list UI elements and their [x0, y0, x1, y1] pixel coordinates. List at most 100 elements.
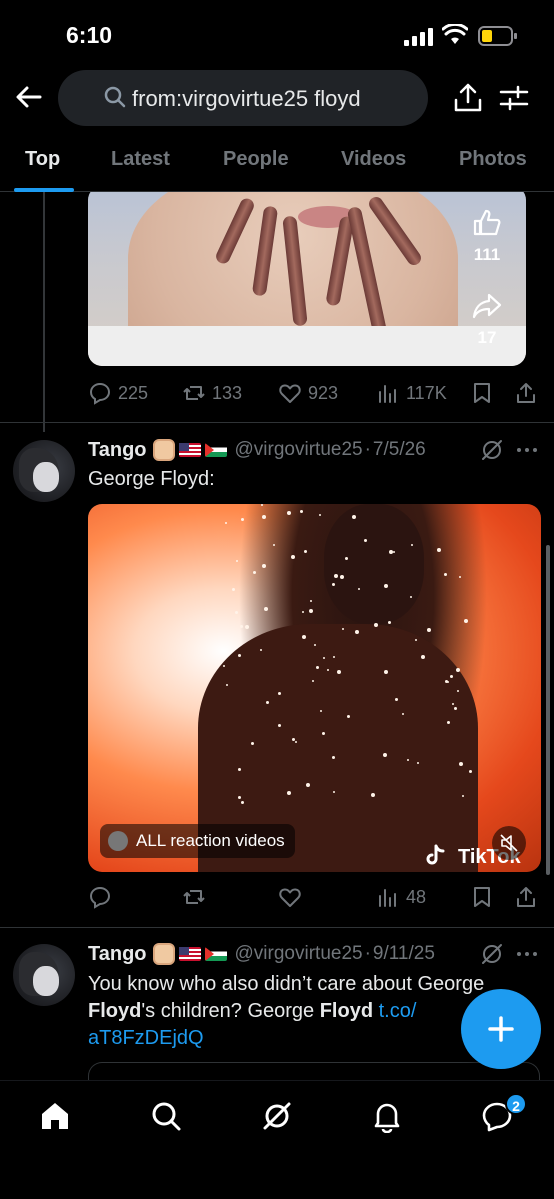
repost-button[interactable]: 133	[182, 378, 242, 408]
tweet-date[interactable]: 7/5/26	[373, 439, 426, 461]
more-options-icon[interactable]	[514, 941, 540, 967]
back-arrow-icon[interactable]	[14, 82, 44, 112]
notifications-icon[interactable]	[370, 1099, 404, 1133]
repost-button[interactable]	[182, 882, 212, 912]
video-thumbnail[interactable]	[88, 192, 526, 366]
share-icon[interactable]	[514, 885, 538, 909]
fist-emoji-icon	[152, 943, 175, 965]
scrollbar[interactable]	[546, 545, 550, 875]
search-highlight: Floyd	[319, 1000, 374, 1022]
mute-button[interactable]	[492, 826, 526, 860]
views-count: 48	[406, 886, 427, 907]
video-speckle	[363, 538, 367, 542]
tab-people[interactable]: People	[223, 148, 289, 171]
thread-connector-line	[43, 192, 45, 432]
grok-icon[interactable]	[260, 1099, 294, 1133]
bookmark-icon[interactable]	[470, 885, 494, 909]
author-name[interactable]: Tango	[88, 943, 147, 966]
video-like-count: 111	[473, 245, 501, 264]
video-speckle	[250, 741, 254, 745]
like-button[interactable]	[278, 882, 308, 912]
author-emojis	[152, 943, 227, 965]
shirt-image	[88, 326, 526, 366]
tweet-date[interactable]: 9/11/25	[373, 943, 435, 965]
bottom-navigation: 2	[0, 1080, 554, 1199]
tab-latest[interactable]: Latest	[111, 148, 170, 171]
author-handle[interactable]: @virgovirtue25	[235, 943, 363, 965]
video-speckle	[437, 547, 442, 552]
tweet-text: You know who also didn’t care about Geor…	[88, 971, 518, 1052]
video-speckle	[225, 522, 228, 525]
cellular-signal-icon	[404, 28, 433, 46]
avatar[interactable]	[13, 944, 75, 1006]
tweet-header: Tango @virgovirtue25 · 7/5/26	[88, 436, 426, 464]
media-chip[interactable]: ALL reaction videos	[100, 824, 295, 858]
media-chip-label: ALL reaction videos	[136, 831, 285, 850]
tab-top[interactable]: Top	[25, 148, 60, 171]
author-handle[interactable]: @virgovirtue25	[235, 439, 363, 461]
search-query: from:virgovirtue25 floyd	[132, 86, 361, 111]
video-speckle	[234, 610, 238, 614]
fist-emoji-icon	[152, 439, 175, 461]
thumbs-up-icon[interactable]	[472, 208, 502, 238]
video-speckle	[455, 667, 460, 672]
avatar[interactable]	[13, 440, 75, 502]
search-icon	[104, 86, 126, 108]
views-icon	[379, 889, 396, 907]
views-button[interactable]: 48	[376, 882, 426, 912]
grok-icon[interactable]	[480, 942, 504, 966]
bookmark-icon[interactable]	[470, 381, 494, 405]
heart-icon	[279, 384, 301, 403]
home-icon[interactable]	[38, 1099, 72, 1133]
tab-videos[interactable]: Videos	[341, 148, 406, 171]
link-preview-card[interactable]	[88, 1062, 540, 1080]
video-speckle	[322, 656, 325, 659]
search-results-feed[interactable]: 111 17 225 133 923 117K Tango @virgovirt…	[0, 192, 554, 1080]
search-highlight: Floyd	[88, 1000, 142, 1022]
messages-badge: 2	[505, 1093, 527, 1115]
tab-photos[interactable]: Photos	[459, 148, 527, 171]
video-speckle	[235, 559, 238, 562]
us-flag-icon	[178, 443, 201, 457]
video-player[interactable]: ALL reaction videos TikTok	[88, 504, 541, 872]
video-speckle	[411, 543, 414, 546]
reply-button[interactable]	[88, 882, 118, 912]
more-options-icon[interactable]	[514, 437, 540, 463]
repost-icon	[183, 890, 205, 904]
search-input[interactable]: from:virgovirtue25 floyd	[58, 70, 428, 126]
video-speckle	[237, 653, 241, 657]
views-button[interactable]: 117K	[376, 378, 447, 408]
like-button[interactable]: 923	[278, 378, 338, 408]
search-icon[interactable]	[149, 1099, 183, 1133]
share-icon[interactable]	[514, 381, 538, 405]
tweet-divider	[0, 927, 554, 928]
author-name[interactable]: Tango	[88, 439, 147, 462]
video-speckle	[333, 573, 338, 578]
video-speckle	[357, 587, 360, 590]
tweet-text-part: You know who also didn’t care about Geor…	[88, 973, 485, 995]
compose-button[interactable]	[461, 989, 541, 1069]
video-speckle	[458, 575, 461, 578]
tiktok-logo-icon	[426, 844, 445, 865]
video-speckle	[305, 783, 310, 788]
video-share-icon[interactable]	[472, 292, 502, 320]
avatar-face	[33, 966, 59, 996]
tweet-text: George Floyd:	[88, 468, 215, 490]
video-speckle	[332, 755, 336, 759]
reply-icon	[89, 886, 111, 909]
video-speckle	[336, 670, 341, 674]
reply-button[interactable]: 225	[88, 378, 148, 408]
battery-icon	[478, 26, 517, 46]
video-speckle	[444, 572, 448, 576]
share-icon[interactable]	[452, 82, 484, 114]
status-time: 6:10	[66, 22, 113, 48]
search-filter-icon[interactable]	[498, 82, 530, 114]
like-count: 923	[308, 382, 339, 403]
tweet-text-part: 's children? George	[141, 1000, 320, 1022]
video-speckle	[426, 627, 431, 632]
video-speckle	[303, 550, 307, 554]
wifi-icon	[442, 24, 468, 44]
views-icon	[379, 385, 396, 403]
author-emojis	[152, 439, 227, 461]
grok-icon[interactable]	[480, 438, 504, 462]
